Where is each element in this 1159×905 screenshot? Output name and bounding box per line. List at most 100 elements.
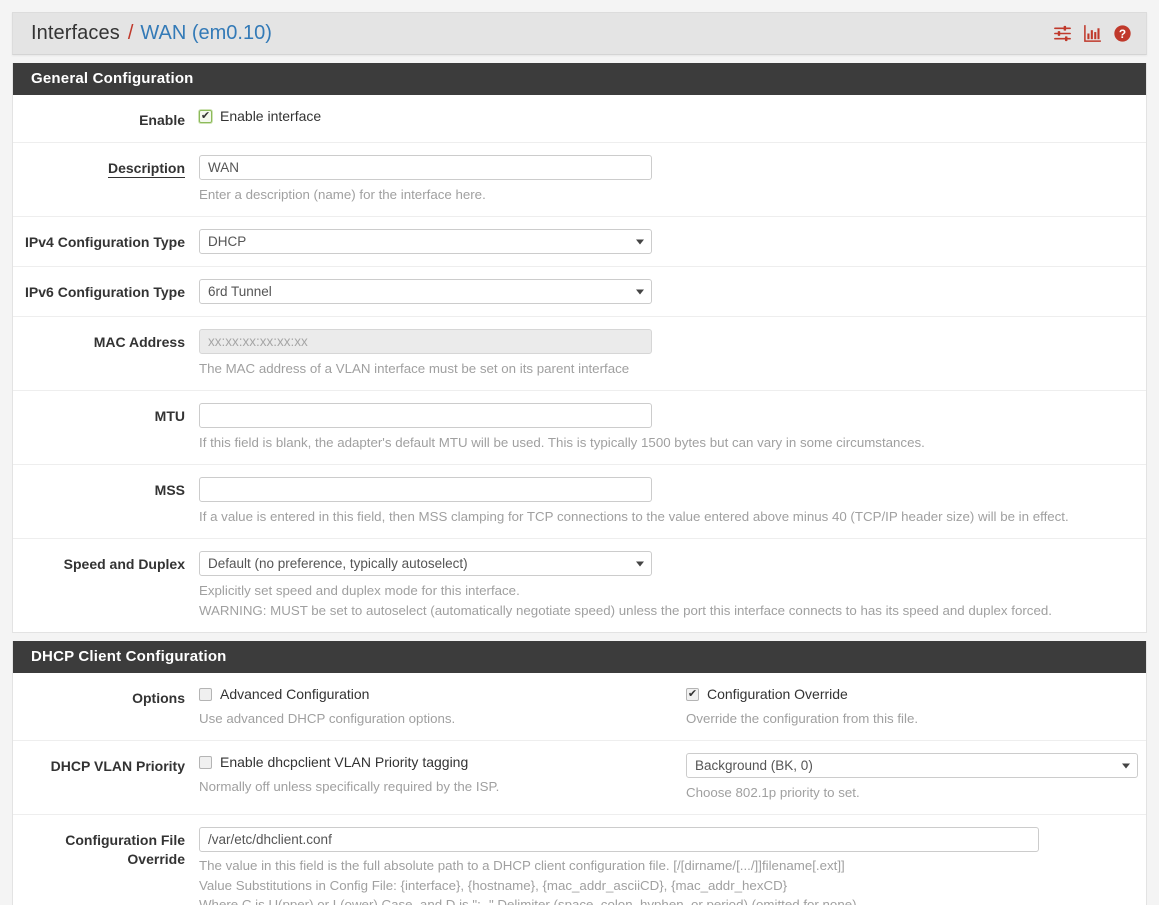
fields-description: Enter a description (name) for the inter… — [199, 155, 1146, 204]
dhcp-vlan-priority-col-right: Choose 802.1p priority to set. — [682, 753, 1138, 802]
description-help: Enter a description (name) for the inter… — [199, 185, 1132, 204]
configuration-file-override-help: The value in this field is the full abso… — [199, 856, 1132, 905]
label-speed-duplex: Speed and Duplex — [13, 551, 199, 574]
label-enable: Enable — [13, 107, 199, 130]
dhcpclient-vlan-priority-checkbox[interactable]: Enable dhcpclient VLAN Priority tagging — [199, 753, 682, 772]
dhcp-client-configuration-body: Options Advanced Configuration Use advan… — [13, 673, 1146, 905]
vlan-priority-select-wrap — [686, 753, 1138, 778]
mss-input[interactable] — [199, 477, 652, 502]
checkbox-box[interactable]: ✔ — [199, 110, 212, 123]
checkbox-box[interactable] — [199, 756, 212, 769]
dhcp-vlan-priority-col-left: Enable dhcpclient VLAN Priority tagging … — [199, 753, 682, 802]
label-mac-address: MAC Address — [13, 329, 199, 352]
mac-address-help: The MAC address of a VLAN interface must… — [199, 359, 1132, 378]
ipv4-config-type-select[interactable] — [199, 229, 652, 254]
row-mtu: MTU If this field is blank, the adapter'… — [13, 391, 1146, 465]
label-dhcp-vlan-priority: DHCP VLAN Priority — [13, 753, 199, 776]
row-ipv6-config-type: IPv6 Configuration Type — [13, 267, 1146, 317]
config-help-line-2: Value Substitutions in Config File: {int… — [199, 876, 1132, 896]
speed-duplex-select[interactable] — [199, 551, 652, 576]
breadcrumb-separator: / — [128, 22, 134, 45]
breadcrumb-root[interactable]: Interfaces — [31, 22, 120, 45]
advanced-configuration-help: Use advanced DHCP configuration options. — [199, 709, 682, 728]
fields-speed-duplex: Explicitly set speed and duplex mode for… — [199, 551, 1146, 620]
check-icon: ✔ — [201, 111, 210, 122]
enable-interface-label: Enable interface — [220, 107, 321, 126]
speed-duplex-help: Explicitly set speed and duplex mode for… — [199, 581, 1132, 620]
advanced-configuration-label: Advanced Configuration — [220, 685, 369, 704]
row-enable: Enable ✔ Enable interface — [13, 95, 1146, 143]
row-dhcp-vlan-priority: DHCP VLAN Priority Enable dhcpclient VLA… — [13, 741, 1146, 815]
config-help-line-3: Where C is U(pper) or L(ower) Case, and … — [199, 895, 1132, 905]
fields-enable: ✔ Enable interface — [199, 107, 1146, 126]
fields-configuration-file-override: The value in this field is the full abso… — [199, 827, 1146, 905]
speed-duplex-help-line-1: Explicitly set speed and duplex mode for… — [199, 581, 1132, 601]
label-mss: MSS — [13, 477, 199, 500]
page-root: Interfaces / WAN (em0.10) — [0, 12, 1159, 905]
dhcpclient-vlan-priority-help: Normally off unless specifically require… — [199, 777, 682, 796]
mtu-input[interactable] — [199, 403, 652, 428]
dhcp-options-col-left: Advanced Configuration Use advanced DHCP… — [199, 685, 682, 728]
fields-dhcp-vlan-priority: Enable dhcpclient VLAN Priority tagging … — [199, 753, 1152, 802]
label-description: Description — [13, 155, 199, 178]
row-mss: MSS If a value is entered in this field,… — [13, 465, 1146, 539]
breadcrumb-current[interactable]: WAN (em0.10) — [140, 22, 272, 45]
label-ipv6-config-type: IPv6 Configuration Type — [13, 279, 199, 302]
description-input[interactable] — [199, 155, 652, 180]
configuration-override-checkbox[interactable]: ✔ Configuration Override — [686, 685, 1132, 704]
breadcrumb-icons: ? — [1053, 24, 1132, 43]
check-icon: ✔ — [688, 689, 697, 700]
ipv6-config-type-select[interactable] — [199, 279, 652, 304]
sliders-icon[interactable] — [1053, 24, 1072, 43]
dhcpclient-vlan-priority-label: Enable dhcpclient VLAN Priority tagging — [220, 753, 468, 772]
dhcp-client-configuration-panel: DHCP Client Configuration Options Advanc… — [12, 641, 1147, 905]
general-configuration-panel: General Configuration Enable ✔ Enable in… — [12, 63, 1147, 633]
ipv4-config-type-select-wrap — [199, 229, 652, 254]
label-mtu: MTU — [13, 403, 199, 426]
dhcp-vlan-priority-columns: Enable dhcpclient VLAN Priority tagging … — [199, 753, 1138, 802]
fields-mtu: If this field is blank, the adapter's de… — [199, 403, 1146, 452]
configuration-file-override-input[interactable] — [199, 827, 1039, 852]
fields-mac-address: The MAC address of a VLAN interface must… — [199, 329, 1146, 378]
ipv6-config-type-select-wrap — [199, 279, 652, 304]
row-dhcp-options: Options Advanced Configuration Use advan… — [13, 673, 1146, 741]
label-description-text: Description — [108, 160, 185, 178]
speed-duplex-help-line-2: WARNING: MUST be set to autoselect (auto… — [199, 601, 1132, 621]
fields-dhcp-options: Advanced Configuration Use advanced DHCP… — [199, 685, 1146, 728]
svg-text:?: ? — [1119, 27, 1126, 41]
help-circle-icon[interactable]: ? — [1113, 24, 1132, 43]
speed-duplex-select-wrap — [199, 551, 652, 576]
general-configuration-body: Enable ✔ Enable interface Description En… — [13, 95, 1146, 632]
configuration-override-help: Override the configuration from this fil… — [686, 709, 1132, 728]
enable-interface-checkbox[interactable]: ✔ Enable interface — [199, 107, 1132, 126]
breadcrumb-bar: Interfaces / WAN (em0.10) — [12, 12, 1147, 55]
row-description: Description Enter a description (name) f… — [13, 143, 1146, 217]
label-dhcp-options: Options — [13, 685, 199, 708]
checkbox-box[interactable] — [199, 688, 212, 701]
label-config-file-line-2: Override — [127, 851, 185, 867]
mss-help: If a value is entered in this field, the… — [199, 507, 1132, 526]
checkbox-box[interactable]: ✔ — [686, 688, 699, 701]
config-help-line-1: The value in this field is the full abso… — [199, 856, 1132, 876]
fields-mss: If a value is entered in this field, the… — [199, 477, 1146, 526]
dhcp-options-columns: Advanced Configuration Use advanced DHCP… — [199, 685, 1132, 728]
row-speed-duplex: Speed and Duplex Explicitly set speed an… — [13, 539, 1146, 632]
label-configuration-file-override: Configuration File Override — [13, 827, 199, 869]
dhcp-client-configuration-heading: DHCP Client Configuration — [13, 641, 1146, 673]
general-configuration-heading: General Configuration — [13, 63, 1146, 95]
configuration-override-label: Configuration Override — [707, 685, 848, 704]
chart-bar-icon[interactable] — [1083, 24, 1102, 43]
label-config-file-line-1: Configuration File — [65, 832, 185, 848]
mac-address-input — [199, 329, 652, 354]
vlan-priority-select-help: Choose 802.1p priority to set. — [686, 783, 1138, 802]
fields-ipv4-config-type — [199, 229, 1146, 254]
mtu-help: If this field is blank, the adapter's de… — [199, 433, 1132, 452]
dhcp-options-col-right: ✔ Configuration Override Override the co… — [682, 685, 1132, 728]
vlan-priority-select[interactable] — [686, 753, 1138, 778]
row-ipv4-config-type: IPv4 Configuration Type — [13, 217, 1146, 267]
row-mac-address: MAC Address The MAC address of a VLAN in… — [13, 317, 1146, 391]
label-ipv4-config-type: IPv4 Configuration Type — [13, 229, 199, 252]
fields-ipv6-config-type — [199, 279, 1146, 304]
row-configuration-file-override: Configuration File Override The value in… — [13, 815, 1146, 905]
advanced-configuration-checkbox[interactable]: Advanced Configuration — [199, 685, 682, 704]
